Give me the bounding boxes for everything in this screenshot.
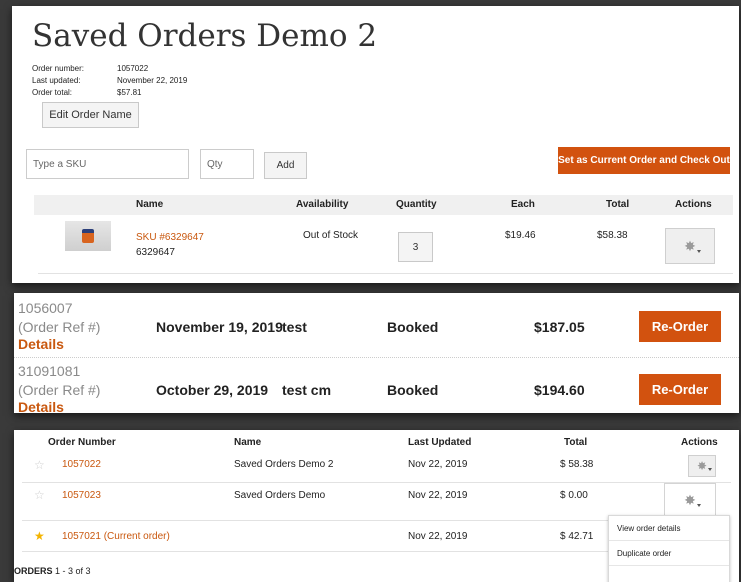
- total-value: $58.38: [597, 230, 628, 241]
- quantity-field[interactable]: 3: [398, 232, 433, 262]
- history-date: October 29, 2019: [156, 382, 269, 398]
- col-each: Each: [511, 199, 535, 210]
- saved-order-name: Saved Orders Demo: [234, 490, 326, 501]
- row-actions-button-open[interactable]: ✸: [664, 483, 716, 517]
- star-outline-icon[interactable]: ☆: [34, 458, 45, 472]
- orders-footer: ORDERS 1 - 3 of 3: [14, 566, 91, 576]
- saved-orders-panel: Order Number Name Last Updated Total Act…: [14, 430, 739, 582]
- history-details-link[interactable]: Details: [18, 399, 64, 413]
- page-title: Saved Orders Demo 2: [32, 18, 378, 54]
- qty-input[interactable]: Qty: [200, 149, 254, 179]
- history-total: $194.60: [534, 382, 585, 398]
- history-details-link[interactable]: Details: [18, 336, 64, 352]
- star-outline-icon[interactable]: ☆: [34, 488, 45, 502]
- availability-value: Out of Stock: [303, 230, 359, 241]
- last-updated-meta: Last updated: November 22, 2019: [32, 76, 188, 85]
- col-actions: Actions: [675, 199, 712, 210]
- add-sku-button[interactable]: Add: [264, 152, 307, 179]
- sku-link[interactable]: SKU #6329647: [136, 232, 204, 243]
- order-detail-panel: Saved Orders Demo 2 Order number: 1057022…: [12, 6, 739, 283]
- col-availability: Availability: [296, 199, 349, 210]
- checkout-button[interactable]: Set as Current Order and Check Out: [558, 147, 730, 174]
- col-last-updated: Last Updated: [408, 437, 472, 448]
- reorder-button[interactable]: Re-Order: [639, 374, 721, 405]
- col-name: Name: [136, 199, 164, 210]
- gear-icon: ✸: [684, 237, 701, 254]
- order-number-meta: Order number: 1057022: [32, 64, 149, 73]
- saved-order-updated: Nov 22, 2019: [408, 459, 468, 470]
- history-order-ref: (Order Ref #): [18, 319, 101, 335]
- product-thumbnail: [65, 221, 111, 251]
- col-name: Name: [234, 437, 262, 448]
- order-total-meta: Order total: $57.81: [32, 88, 142, 97]
- history-name: test cm: [282, 382, 332, 398]
- gear-icon: ✸: [684, 491, 701, 508]
- saved-order-link[interactable]: 1057022: [62, 459, 101, 470]
- gear-icon: ✸: [696, 459, 713, 473]
- row-actions-button[interactable]: ✸: [688, 455, 716, 477]
- history-name: test: [282, 319, 307, 335]
- duplicate-order-menu-item[interactable]: Duplicate order: [609, 541, 729, 566]
- history-total: $187.05: [534, 319, 585, 335]
- saved-order-total: $ 42.71: [560, 531, 594, 542]
- col-total: Total: [564, 437, 588, 448]
- each-value: $19.46: [505, 230, 536, 241]
- history-order-id: 31091081: [18, 363, 81, 379]
- order-history-panel: 1056007 (Order Ref #) Details November 1…: [14, 293, 739, 413]
- col-quantity: Quantity: [396, 199, 437, 210]
- history-status: Booked: [387, 382, 439, 398]
- sku-input[interactable]: Type a SKU: [26, 149, 189, 179]
- col-total: Total: [606, 199, 630, 210]
- reorder-button[interactable]: Re-Order: [639, 311, 721, 342]
- history-order-id: 1056007: [18, 300, 73, 316]
- star-filled-icon[interactable]: ★: [34, 529, 45, 543]
- order-actions-menu: View order details Duplicate order: [608, 515, 730, 582]
- saved-order-link[interactable]: 1057021 (Current order): [62, 531, 170, 542]
- edit-order-name-button[interactable]: Edit Order Name: [42, 102, 139, 128]
- history-status: Booked: [387, 319, 439, 335]
- sku-number: 6329647: [136, 247, 175, 258]
- saved-order-total: $ 0.00: [560, 490, 588, 501]
- saved-order-total: $ 58.38: [560, 459, 594, 470]
- col-actions: Actions: [681, 437, 718, 448]
- saved-order-updated: Nov 22, 2019: [408, 490, 468, 501]
- saved-order-name: Saved Orders Demo 2: [234, 459, 334, 470]
- history-order-ref: (Order Ref #): [18, 382, 101, 398]
- actions-gear-button[interactable]: ✸: [665, 228, 715, 264]
- saved-order-updated: Nov 22, 2019: [408, 531, 468, 542]
- view-order-details-menu-item[interactable]: View order details: [609, 516, 729, 541]
- col-order-number: Order Number: [48, 437, 116, 448]
- saved-order-link[interactable]: 1057023: [62, 490, 101, 501]
- history-date: November 19, 2019: [156, 319, 283, 335]
- menu-item[interactable]: [609, 566, 729, 582]
